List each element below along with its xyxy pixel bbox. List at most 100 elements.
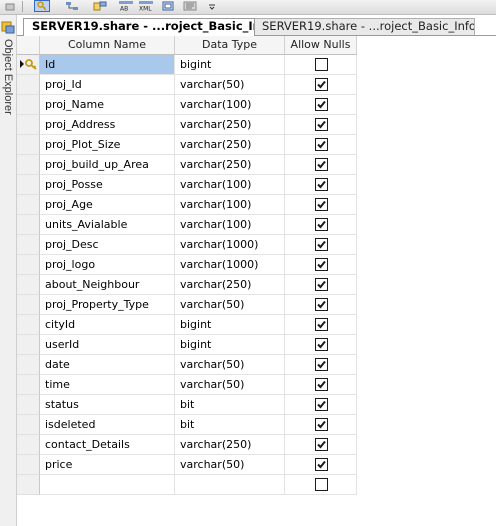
column-name-cell[interactable]: time <box>40 375 175 395</box>
table-row[interactable]: proj_Id varchar(50) <box>17 75 357 95</box>
row-selector[interactable] <box>17 375 40 395</box>
xml-index-icon[interactable]: XML <box>138 0 154 12</box>
table-row[interactable]: proj_Desc varchar(1000) <box>17 235 357 255</box>
table-row[interactable]: isdeleted bit <box>17 415 357 435</box>
row-selector[interactable] <box>17 135 40 155</box>
table-row[interactable]: proj_logo varchar(1000) <box>17 255 357 275</box>
table-row[interactable]: proj_Name varchar(100) <box>17 95 357 115</box>
allow-nulls-checkbox[interactable] <box>315 398 328 411</box>
column-name-cell[interactable]: cityId <box>40 315 175 335</box>
allow-nulls-checkbox[interactable] <box>315 178 328 191</box>
table-row[interactable]: proj_Posse varchar(100) <box>17 175 357 195</box>
data-type-cell[interactable]: bigint <box>175 55 285 75</box>
data-type-cell[interactable]: varchar(250) <box>175 275 285 295</box>
allow-nulls-checkbox[interactable] <box>315 198 328 211</box>
allow-nulls-header[interactable]: Allow Nulls <box>285 36 357 55</box>
table-row[interactable]: units_Avialable varchar(100) <box>17 215 357 235</box>
column-name-cell[interactable]: units_Avialable <box>40 215 175 235</box>
allow-nulls-checkbox[interactable] <box>315 298 328 311</box>
row-selector[interactable] <box>17 235 40 255</box>
row-selector[interactable] <box>17 275 40 295</box>
allow-nulls-checkbox[interactable] <box>315 118 328 131</box>
fulltext-icon[interactable]: AB <box>118 0 134 12</box>
row-selector[interactable] <box>17 215 40 235</box>
data-type-cell[interactable]: bit <box>175 395 285 415</box>
table-row[interactable]: cityId bigint <box>17 315 357 335</box>
column-name-cell[interactable]: proj_Desc <box>40 235 175 255</box>
row-selector[interactable] <box>17 395 40 415</box>
indexes-icon[interactable] <box>92 0 108 12</box>
column-name-cell[interactable]: contact_Details <box>40 435 175 455</box>
allow-nulls-checkbox[interactable] <box>315 78 328 91</box>
table-row[interactable]: contact_Details varchar(250) <box>17 435 357 455</box>
data-type-cell[interactable]: bit <box>175 415 285 435</box>
column-name-cell[interactable]: proj_Posse <box>40 175 175 195</box>
data-type-header[interactable]: Data Type <box>175 36 285 55</box>
column-name-cell[interactable]: proj_Id <box>40 75 175 95</box>
spatial-icon[interactable] <box>182 0 198 12</box>
column-name-cell[interactable]: date <box>40 355 175 375</box>
row-selector[interactable] <box>17 175 40 195</box>
tab-table-design-active[interactable]: SERVER19.share - ...roject_Basic_Info <box>23 18 255 36</box>
allow-nulls-checkbox[interactable] <box>315 318 328 331</box>
table-row[interactable]: date varchar(50) <box>17 355 357 375</box>
data-type-cell[interactable]: varchar(50) <box>175 75 285 95</box>
row-selector[interactable] <box>17 75 40 95</box>
row-selector[interactable] <box>17 435 40 455</box>
data-type-cell[interactable]: varchar(100) <box>175 95 285 115</box>
column-name-cell[interactable]: status <box>40 395 175 415</box>
object-explorer-panel[interactable]: Object Explorer <box>0 15 17 526</box>
table-row[interactable]: time varchar(50) <box>17 375 357 395</box>
table-row[interactable]: proj_Address varchar(250) <box>17 115 357 135</box>
allow-nulls-checkbox[interactable] <box>315 338 328 351</box>
allow-nulls-checkbox[interactable] <box>315 138 328 151</box>
column-name-cell[interactable]: price <box>40 455 175 475</box>
row-selector[interactable] <box>17 455 40 475</box>
row-selector[interactable] <box>17 155 40 175</box>
allow-nulls-checkbox[interactable] <box>315 418 328 431</box>
data-type-cell[interactable]: varchar(1000) <box>175 235 285 255</box>
table-row[interactable]: status bit <box>17 395 357 415</box>
column-name-cell[interactable]: proj_Age <box>40 195 175 215</box>
column-name-cell[interactable] <box>40 475 175 495</box>
row-selector[interactable] <box>17 55 40 75</box>
column-name-cell[interactable]: isdeleted <box>40 415 175 435</box>
table-row[interactable]: price varchar(50) <box>17 455 357 475</box>
allow-nulls-checkbox[interactable] <box>315 218 328 231</box>
table-row[interactable]: userId bigint <box>17 335 357 355</box>
data-type-cell[interactable]: varchar(50) <box>175 375 285 395</box>
allow-nulls-checkbox[interactable] <box>315 458 328 471</box>
table-row[interactable]: proj_Plot_Size varchar(250) <box>17 135 357 155</box>
data-type-cell[interactable]: varchar(100) <box>175 215 285 235</box>
toolbar-overflow-left-icon[interactable] <box>2 0 18 12</box>
allow-nulls-checkbox[interactable] <box>315 258 328 271</box>
column-name-cell[interactable]: proj_build_up_Area <box>40 155 175 175</box>
tab-table-design-other[interactable]: SERVER19.share - ...roject_Basic_Info <box>253 18 475 35</box>
row-selector[interactable] <box>17 355 40 375</box>
data-type-cell[interactable]: varchar(100) <box>175 195 285 215</box>
row-selector[interactable] <box>17 475 40 495</box>
data-type-cell[interactable]: varchar(250) <box>175 435 285 455</box>
column-name-cell[interactable]: proj_Name <box>40 95 175 115</box>
data-type-cell[interactable]: bigint <box>175 335 285 355</box>
check-constraints-icon[interactable] <box>160 0 176 12</box>
column-name-cell[interactable]: proj_Property_Type <box>40 295 175 315</box>
table-row[interactable] <box>17 475 357 495</box>
data-type-cell[interactable]: varchar(250) <box>175 155 285 175</box>
column-name-cell[interactable]: about_Neighbour <box>40 275 175 295</box>
allow-nulls-checkbox[interactable] <box>315 58 328 71</box>
data-type-cell[interactable]: varchar(100) <box>175 175 285 195</box>
data-type-cell[interactable]: bigint <box>175 315 285 335</box>
allow-nulls-checkbox[interactable] <box>315 278 328 291</box>
column-name-header[interactable]: Column Name <box>40 36 175 55</box>
table-row[interactable]: proj_Property_Type varchar(50) <box>17 295 357 315</box>
table-row[interactable]: proj_build_up_Area varchar(250) <box>17 155 357 175</box>
allow-nulls-checkbox[interactable] <box>315 158 328 171</box>
allow-nulls-checkbox[interactable] <box>315 358 328 371</box>
allow-nulls-checkbox[interactable] <box>315 378 328 391</box>
data-type-cell[interactable]: varchar(50) <box>175 455 285 475</box>
data-type-cell[interactable]: varchar(250) <box>175 115 285 135</box>
allow-nulls-checkbox[interactable] <box>315 438 328 451</box>
allow-nulls-checkbox[interactable] <box>315 98 328 111</box>
column-name-cell[interactable]: proj_Address <box>40 115 175 135</box>
